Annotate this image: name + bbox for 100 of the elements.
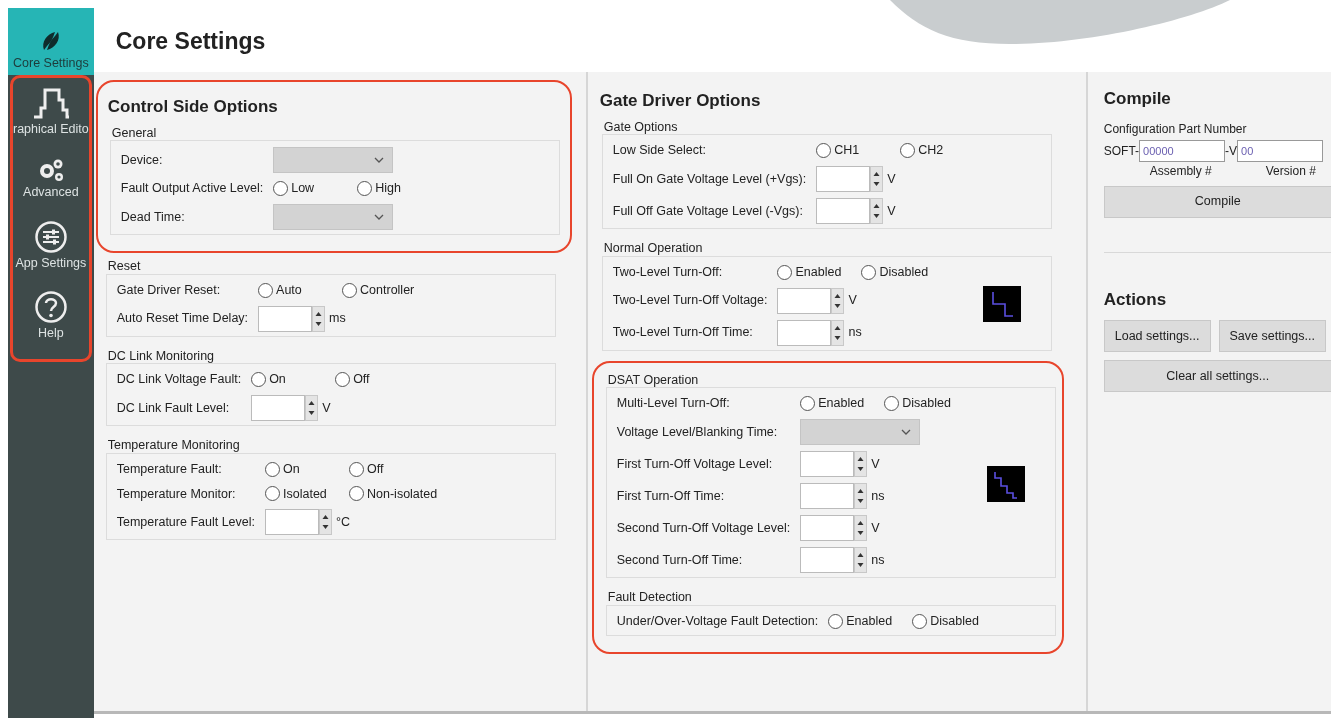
field-label: Temperature Monitor:	[116, 485, 237, 503]
field-label: Under/Over-Voltage Fault Detection:	[616, 612, 819, 630]
unit-label: ms	[329, 310, 346, 328]
field-caption: Version #	[1265, 162, 1316, 180]
number-field[interactable]	[800, 515, 855, 541]
chevron-icon	[374, 157, 385, 164]
unit-label: ns	[848, 324, 862, 342]
radio-button[interactable]: Off	[335, 370, 410, 389]
radio-button[interactable]: On	[265, 459, 339, 479]
radio-button[interactable]: Enabled	[828, 611, 903, 631]
radio-button[interactable]: Isolated	[265, 484, 339, 504]
group-title: DSAT Operation	[607, 371, 700, 389]
chevron-icon	[374, 214, 385, 220]
unit-label: ns	[871, 487, 885, 505]
field-label: Fault Output Active Level:	[120, 180, 264, 198]
spinner-arrows-icon[interactable]	[854, 451, 868, 477]
field-label: Configuration Part Number	[1103, 120, 1248, 138]
unit-label: V	[871, 519, 880, 537]
section-title: Actions	[1103, 288, 1168, 311]
field-label: First Turn-Off Time:	[616, 487, 726, 505]
radio-button[interactable]: On	[251, 370, 326, 389]
compile-button[interactable]: Compile	[1103, 185, 1331, 218]
field-label: Full Off Gate Voltage Level (-Vgs):	[612, 202, 804, 220]
number-field[interactable]	[800, 483, 855, 509]
sidebar-item[interactable]: Advanced	[13, 152, 89, 206]
spinner-arrows-icon[interactable]	[870, 198, 884, 224]
field-label: Temperature Fault:	[116, 460, 223, 478]
spinner-arrows-icon[interactable]	[870, 166, 884, 192]
spinner-arrows-icon[interactable]	[305, 395, 319, 421]
chevron-icon	[901, 429, 912, 435]
section-title: Compile	[1103, 88, 1172, 110]
radio-button[interactable]: Non-isolated	[349, 484, 438, 504]
unit-label: V	[848, 292, 857, 310]
field-label: Gate Driver Reset:	[116, 281, 222, 299]
spinner-arrows-icon[interactable]	[831, 319, 845, 346]
sidebar-item[interactable]: raphical Edito	[13, 82, 89, 143]
prefix-label: SOFT-	[1103, 142, 1140, 160]
field-label: Multi-Level Turn-Off:	[616, 395, 731, 413]
group-title: General	[111, 124, 158, 142]
sidebar-item[interactable]: App Settings	[13, 215, 89, 277]
group-title: DC Link Monitoring	[107, 347, 216, 365]
spinner-arrows-icon[interactable]	[854, 515, 868, 541]
spinner-arrows-icon[interactable]	[831, 287, 845, 314]
settings-icon	[33, 219, 68, 254]
number-field[interactable]	[800, 547, 855, 573]
radio-button[interactable]: Low	[273, 179, 348, 198]
group-title: Gate Options	[603, 118, 679, 136]
action-button[interactable]: Load settings...	[1103, 320, 1211, 352]
sidebar-item[interactable]: Core Settings	[8, 8, 94, 75]
field-label: Voltage Level/Blanking Time:	[616, 423, 779, 441]
group-title: Fault Detection	[607, 589, 693, 606]
spinner-arrows-icon[interactable]	[854, 547, 868, 573]
assembly-field[interactable]: 00000	[1139, 139, 1226, 162]
dropdown[interactable]	[273, 204, 394, 230]
field-label: Auto Reset Time Delay:	[116, 310, 249, 328]
radio-button[interactable]: Enabled	[777, 262, 852, 282]
action-button[interactable]: Clear all settings...	[1103, 360, 1331, 392]
spinner-arrows-icon[interactable]	[854, 483, 868, 509]
unit-label: V	[871, 455, 880, 473]
radio-button[interactable]: Off	[349, 459, 423, 479]
field-label: First Turn-Off Voltage Level:	[616, 455, 774, 473]
separator-label: -V	[1225, 142, 1238, 160]
radio-button[interactable]: Auto	[258, 280, 333, 300]
field-label: Second Turn-Off Voltage Level:	[616, 519, 791, 537]
dropdown[interactable]	[273, 147, 394, 174]
field-label: Two-Level Turn-Off Time:	[612, 324, 754, 342]
radio-button[interactable]: Disabled	[861, 262, 936, 282]
unit-label: V	[887, 170, 896, 188]
version-field[interactable]: 00	[1237, 139, 1324, 162]
page-title: Core Settings	[115, 27, 266, 56]
number-field[interactable]	[265, 509, 319, 536]
action-button[interactable]: Save settings...	[1218, 320, 1326, 352]
number-field[interactable]	[816, 166, 871, 192]
number-field[interactable]	[251, 395, 306, 421]
number-field[interactable]	[777, 319, 832, 346]
radio-button[interactable]: Controller	[342, 280, 417, 300]
field-label: Two-Level Turn-Off:	[612, 263, 724, 281]
field-label: Full On Gate Voltage Level (+Vgs):	[612, 170, 807, 188]
field-caption: Assembly #	[1149, 162, 1212, 180]
number-field[interactable]	[816, 198, 871, 224]
help-icon	[33, 290, 68, 325]
field-label: Low Side Select:	[612, 142, 707, 160]
number-field[interactable]	[800, 451, 855, 477]
spinner-arrows-icon[interactable]	[319, 509, 332, 536]
field-label: Two-Level Turn-Off Voltage:	[612, 292, 768, 310]
field-label: Device:	[120, 151, 164, 169]
field-label: Temperature Fault Level:	[116, 513, 255, 531]
radio-button[interactable]: CH1	[816, 141, 891, 160]
radio-button[interactable]: Disabled	[912, 611, 987, 631]
dropdown[interactable]	[800, 419, 921, 445]
field-label: DC Link Fault Level:	[116, 399, 231, 417]
radio-button[interactable]: Disabled	[884, 394, 959, 413]
unit-label: ns	[871, 551, 885, 569]
radio-button[interactable]: Enabled	[800, 394, 875, 413]
spinner-arrows-icon[interactable]	[312, 305, 326, 332]
sidebar-item[interactable]: Help	[13, 286, 89, 347]
number-field[interactable]	[777, 287, 832, 314]
number-field[interactable]	[258, 305, 313, 332]
radio-button[interactable]: High	[357, 179, 432, 198]
radio-button[interactable]: CH2	[900, 141, 975, 160]
